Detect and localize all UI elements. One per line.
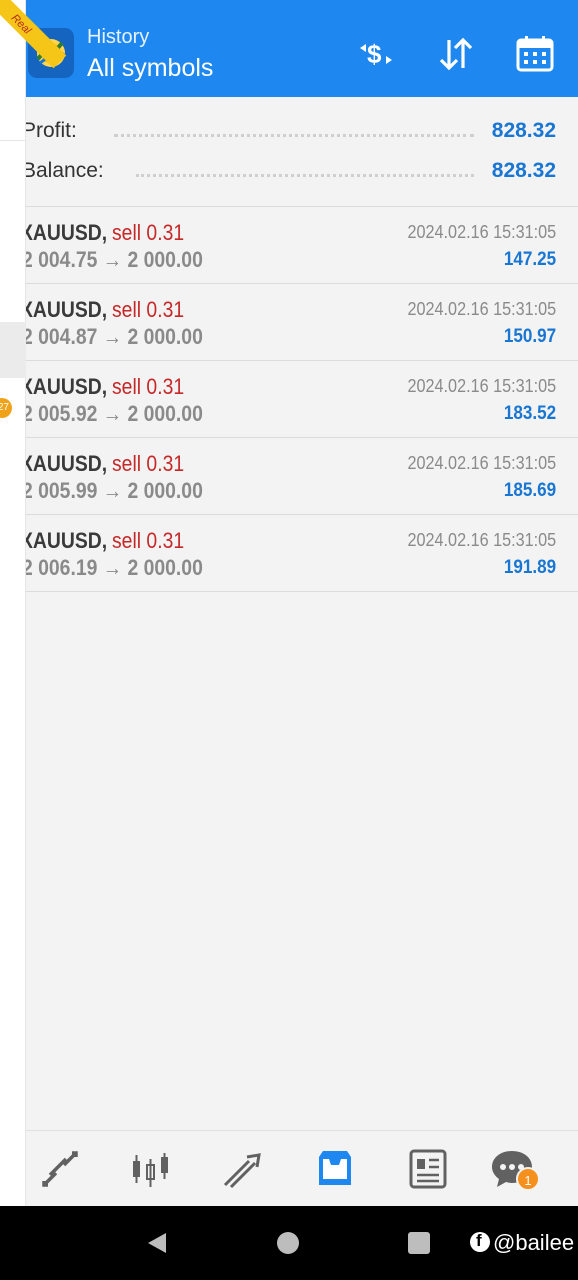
history-summary: Profit: 828.32 Balance: 828.32 <box>22 97 578 207</box>
deal-prices: 2 004.75 → 2 000.00 <box>22 247 203 272</box>
home-icon[interactable] <box>277 1232 299 1254</box>
sort-icon[interactable] <box>436 34 476 74</box>
deal-symbol: XAUUSD, <box>20 528 108 553</box>
deal-profit: 191.89 <box>503 557 556 578</box>
balance-label: Balance: <box>22 159 104 182</box>
deal-time: 2024.02.16 15:31:05 <box>407 299 556 319</box>
deal-symbol: XAUUSD, <box>20 297 108 322</box>
list-item[interactable]: XAUUSD, sell 0.31 2 004.75 → 2 000.00 20… <box>20 207 578 284</box>
history-icon[interactable] <box>311 1145 359 1193</box>
deal-time: 2024.02.16 15:31:05 <box>407 376 556 396</box>
profit-value: 828.32 <box>491 119 556 142</box>
leader-dots <box>114 134 474 137</box>
deal-prices: 2 004.87 → 2 000.00 <box>22 324 203 349</box>
watermark: @bailee <box>470 1230 574 1256</box>
deal-profit: 150.97 <box>503 326 556 347</box>
watermark-handle: @bailee <box>493 1230 575 1255</box>
news-icon[interactable] <box>403 1145 451 1193</box>
android-navigation-bar: @bailee <box>0 1206 578 1280</box>
bottom-navigation: 1 <box>26 1130 578 1206</box>
deal-side: sell 0.31 <box>112 451 185 476</box>
list-item[interactable]: XAUUSD, sell 0.31 2 004.87 → 2 000.00 20… <box>20 284 578 361</box>
history-screen: Real History All symbols $ Profit: 828.3… <box>0 0 578 1206</box>
chart-icon[interactable] <box>127 1145 175 1193</box>
app-header: Real History All symbols $ <box>0 0 578 97</box>
profit-row: Profit: 828.32 <box>22 109 578 149</box>
deal-time: 2024.02.16 15:31:05 <box>407 222 556 242</box>
calendar-icon[interactable] <box>515 34 555 74</box>
profit-label: Profit: <box>22 119 77 142</box>
previous-screen-edge: 27 <box>0 0 26 1206</box>
trade-icon[interactable] <box>219 1145 267 1193</box>
messages-badge: 1 <box>516 1167 540 1191</box>
balance-row: Balance: 828.32 <box>22 149 578 189</box>
deal-symbol: XAUUSD, <box>20 220 108 245</box>
deal-side: sell 0.31 <box>112 374 185 399</box>
quotes-icon[interactable] <box>36 1145 84 1193</box>
deal-profit: 185.69 <box>503 480 556 501</box>
deal-time: 2024.02.16 15:31:05 <box>407 530 556 550</box>
deal-side: sell 0.31 <box>112 528 185 553</box>
list-item[interactable]: XAUUSD, sell 0.31 2 005.92 → 2 000.00 20… <box>20 361 578 438</box>
deal-profit: 183.52 <box>503 403 556 424</box>
leader-dots <box>136 174 474 177</box>
deal-prices: 2 005.99 → 2 000.00 <box>22 478 203 503</box>
symbol-filter[interactable]: All symbols <box>87 54 213 83</box>
real-badge-label: Real <box>8 12 34 37</box>
deal-symbol: XAUUSD, <box>20 451 108 476</box>
page-title: History <box>87 26 150 48</box>
back-icon[interactable] <box>146 1231 168 1255</box>
deal-side: sell 0.31 <box>112 220 185 245</box>
real-account-ribbon: Real <box>0 0 90 90</box>
deals-list: XAUUSD, sell 0.31 2 004.75 → 2 000.00 20… <box>20 207 578 592</box>
recent-apps-icon[interactable] <box>408 1232 430 1254</box>
deal-prices: 2 006.19 → 2 000.00 <box>22 555 203 580</box>
dollar-exchange-icon[interactable]: $ <box>356 34 396 74</box>
deal-prices: 2 005.92 → 2 000.00 <box>22 401 203 426</box>
facebook-icon <box>470 1231 490 1252</box>
deal-side: sell 0.31 <box>112 297 185 322</box>
list-item[interactable]: XAUUSD, sell 0.31 2 006.19 → 2 000.00 20… <box>20 515 578 592</box>
deal-symbol: XAUUSD, <box>20 374 108 399</box>
svg-text:$: $ <box>367 39 382 69</box>
deal-profit: 147.25 <box>503 249 556 270</box>
edge-divider <box>0 140 26 141</box>
balance-value: 828.32 <box>491 159 556 182</box>
deal-time: 2024.02.16 15:31:05 <box>407 453 556 473</box>
edge-selected-row <box>0 322 26 378</box>
edge-badge: 27 <box>0 398 12 418</box>
list-item[interactable]: XAUUSD, sell 0.31 2 005.99 → 2 000.00 20… <box>20 438 578 515</box>
